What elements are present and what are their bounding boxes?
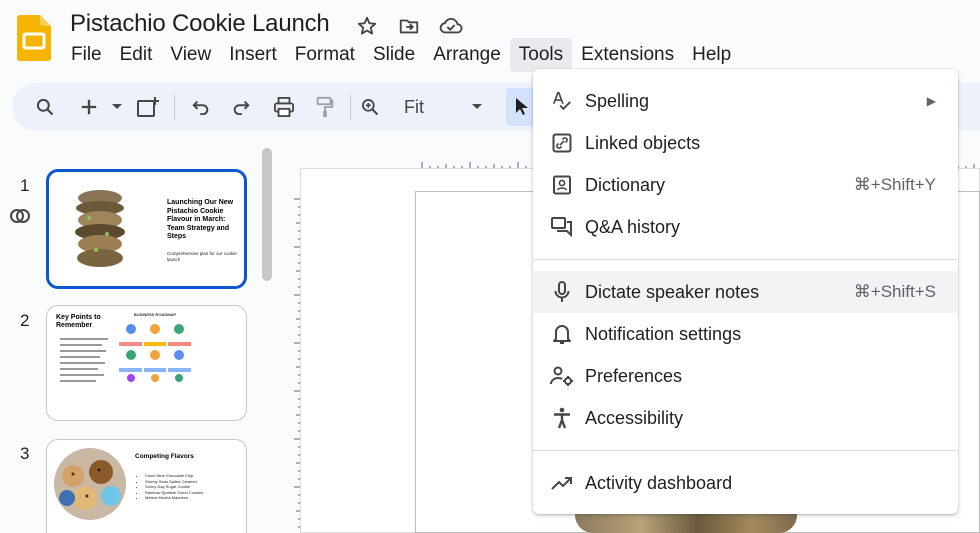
menu-arrange[interactable]: Arrange xyxy=(424,38,510,72)
slide-3-title: Competing Flavors xyxy=(135,453,194,460)
menu-edit[interactable]: Edit xyxy=(111,38,162,72)
slide-thumbnail-2[interactable]: Key Points to Remember BUSINESS ROADMAP xyxy=(46,305,247,421)
new-slide-plus-icon[interactable] xyxy=(76,83,102,131)
menu-tools[interactable]: Tools xyxy=(509,38,573,72)
menu-separator xyxy=(533,450,958,451)
menu-slide[interactable]: Slide xyxy=(364,38,424,72)
cloud-saved-icon[interactable] xyxy=(439,14,463,38)
menu-separator xyxy=(533,259,958,260)
menu-item-label: Preferences xyxy=(585,365,683,386)
document-title[interactable]: Pistachio Cookie Launch xyxy=(70,10,330,38)
slide-2-title: Key Points to Remember xyxy=(56,314,101,329)
menu-format[interactable]: Format xyxy=(286,38,364,72)
cookies-image xyxy=(54,448,126,520)
slides-logo-icon[interactable] xyxy=(17,15,51,61)
dictionary-icon xyxy=(550,173,574,197)
slide-number: 1 xyxy=(20,176,30,195)
menu-item-label: Dictate speaker notes xyxy=(585,281,760,302)
linked-slide-icon[interactable] xyxy=(9,206,31,231)
menu-item-label: Accessibility xyxy=(585,407,684,428)
menu-item-activity-dashboard[interactable]: Activity dashboard xyxy=(533,462,958,504)
menu-item-preferences[interactable]: Preferences xyxy=(533,355,958,397)
insert-image-icon[interactable] xyxy=(134,83,162,131)
menu-insert[interactable]: Insert xyxy=(220,38,286,72)
star-icon[interactable] xyxy=(355,14,379,38)
tools-menu-dropdown: Spelling ▶ Linked objects Dictionary ⌘+S… xyxy=(533,69,958,514)
qa-history-icon xyxy=(550,215,574,239)
menu-item-label: Q&A history xyxy=(585,216,681,237)
slide-3-bullet: Meteor Mocha Madness xyxy=(145,495,217,501)
filmstrip-scrollbar[interactable] xyxy=(262,148,272,281)
slide-2-bullets xyxy=(60,334,110,386)
menu-item-shortcut: ⌘+Shift+S xyxy=(853,282,936,301)
menu-file[interactable]: File xyxy=(62,38,111,72)
menu-help[interactable]: Help xyxy=(683,38,740,72)
slide-number: 2 xyxy=(20,311,30,330)
linked-objects-icon xyxy=(550,131,574,155)
menu-item-shortcut: ⌘+Shift+Y xyxy=(853,175,936,194)
menu-item-spelling[interactable]: Spelling ▶ xyxy=(533,80,958,122)
redo-icon[interactable] xyxy=(228,83,254,131)
menu-item-label: Notification settings xyxy=(585,323,742,344)
slide-thumbnail-1[interactable]: Launching Our New Pistachio Cookie Flavo… xyxy=(46,169,247,289)
menu-item-linked-objects[interactable]: Linked objects xyxy=(533,122,958,164)
trending-up-icon xyxy=(550,471,574,495)
search-menus-icon[interactable] xyxy=(30,83,60,131)
business-roadmap-diagram: BUSINESS ROADMAP xyxy=(117,312,193,386)
zoom-value: Fit xyxy=(404,96,424,117)
menu-item-accessibility[interactable]: Accessibility xyxy=(533,397,958,439)
slide-1-title: Launching Our New Pistachio Cookie Flavo… xyxy=(167,199,234,240)
toolbar-divider xyxy=(350,95,351,119)
roadmap-title: BUSINESS ROADMAP xyxy=(133,312,177,317)
print-icon[interactable] xyxy=(270,83,298,131)
menu-item-label: Linked objects xyxy=(585,132,701,153)
menu-item-dictate-speaker-notes[interactable]: Dictate speaker notes ⌘+Shift+S xyxy=(533,271,958,313)
menu-item-label: Spelling xyxy=(585,90,650,111)
submenu-arrow-icon: ▶ xyxy=(926,94,936,108)
zoom-dropdown-icon[interactable] xyxy=(468,83,486,131)
preferences-icon xyxy=(550,364,574,388)
menu-extensions[interactable]: Extensions xyxy=(572,38,683,72)
zoom-select[interactable]: Fit xyxy=(396,83,432,131)
menu-item-qa-history[interactable]: Q&A history xyxy=(533,206,958,248)
accessibility-icon xyxy=(550,406,574,430)
toolbar-divider xyxy=(174,95,175,119)
menu-item-notification-settings[interactable]: Notification settings xyxy=(533,313,958,355)
menu-bar: File Edit View Insert Format Slide Arran… xyxy=(62,38,740,72)
cookie-stack-image xyxy=(75,190,125,267)
slide-1-subtitle: Comprehensive plan for our cookie launch xyxy=(167,251,237,262)
spellcheck-icon xyxy=(550,89,574,113)
cursor-arrow-icon xyxy=(516,98,528,115)
zoom-icon[interactable] xyxy=(356,83,384,131)
slide-cookie-image[interactable] xyxy=(575,512,797,533)
undo-icon[interactable] xyxy=(188,83,214,131)
menu-item-dictionary[interactable]: Dictionary ⌘+Shift+Y xyxy=(533,164,958,206)
menu-item-label: Activity dashboard xyxy=(585,472,733,493)
new-slide-dropdown-icon[interactable] xyxy=(108,83,126,131)
menu-item-label: Dictionary xyxy=(585,174,666,195)
slide-3-bullets: Cloud Nine Chocolate Chip Stormy Seas Sa… xyxy=(141,473,217,501)
slide-number: 3 xyxy=(20,444,30,463)
paint-format-icon[interactable] xyxy=(312,83,338,131)
microphone-icon xyxy=(550,280,574,304)
menu-view[interactable]: View xyxy=(161,38,220,72)
bell-icon xyxy=(550,322,574,346)
move-folder-icon[interactable] xyxy=(397,14,421,38)
slide-thumbnail-3[interactable]: Competing Flavors Cloud Nine Chocolate C… xyxy=(46,439,247,533)
